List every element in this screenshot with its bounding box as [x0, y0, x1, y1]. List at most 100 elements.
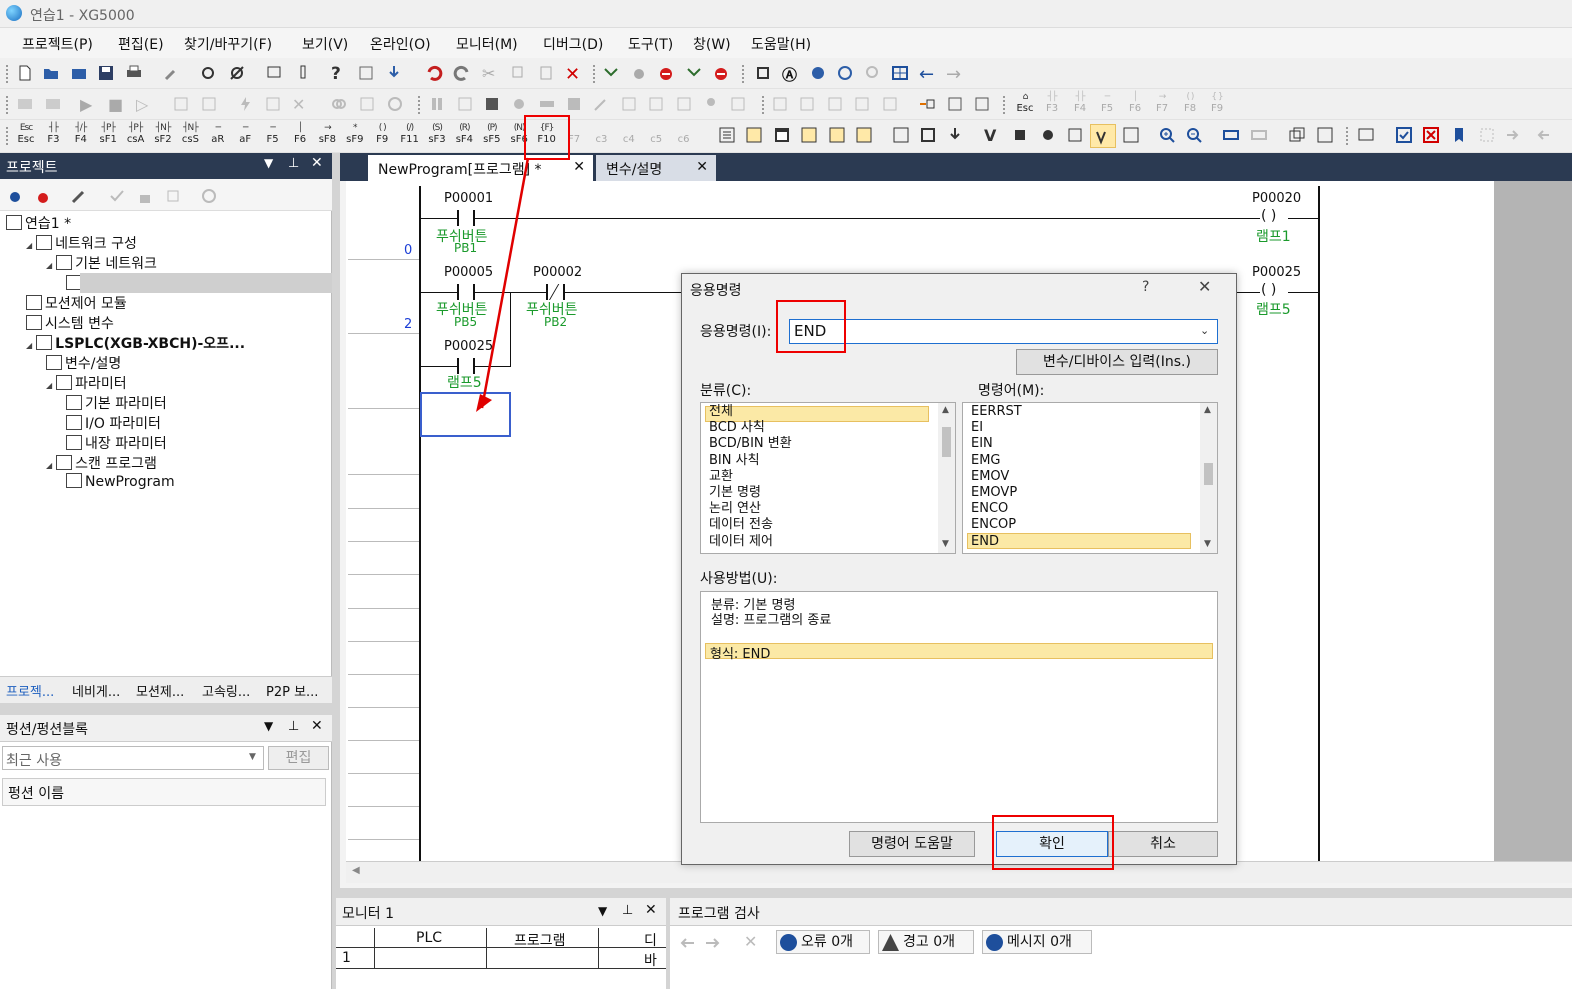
ladder-key-css[interactable]: ┤N├ csS: [178, 123, 202, 147]
no-entry-icon[interactable]: [657, 64, 675, 82]
edit-button[interactable]: 편집: [268, 746, 329, 770]
next-result-icon[interactable]: [704, 934, 722, 952]
step-icon[interactable]: ▷: [136, 95, 154, 114]
ladder-key-sf3[interactable]: (S) sF3: [425, 123, 449, 147]
clear-results-icon[interactable]: ✕: [744, 932, 757, 951]
ladder-key-c5[interactable]: c5: [644, 123, 668, 147]
toolbar-grip[interactable]: [418, 96, 421, 114]
ladder-key-c4[interactable]: c4: [617, 123, 641, 147]
expand-icon[interactable]: ◢: [26, 241, 32, 250]
tool-icon[interactable]: [592, 95, 610, 113]
variable-icon[interactable]: V: [984, 126, 1002, 145]
check-icon[interactable]: [108, 187, 126, 205]
dialog-close-icon[interactable]: ✕: [1198, 277, 1211, 296]
recent-dropdown[interactable]: 최근 사용 ▼: [2, 746, 264, 770]
menu-edit[interactable]: 편집(E): [118, 34, 164, 54]
cancel-button[interactable]: 취소: [1108, 831, 1218, 857]
category-item[interactable]: 전체: [709, 404, 733, 420]
close-panel-icon[interactable]: ✕: [311, 155, 323, 171]
expand-icon[interactable]: ◢: [26, 341, 32, 350]
trend-icon[interactable]: [456, 95, 474, 113]
tree-item[interactable]: ◢ LSPLC(XGB-XBCH)-오프...: [26, 333, 245, 353]
io-icon[interactable]: [538, 95, 556, 113]
stop-icon[interactable]: ■: [108, 95, 126, 114]
bit-icon[interactable]: [836, 64, 854, 82]
menu-window[interactable]: 창(W): [693, 34, 731, 54]
key-f8-2[interactable]: ( ) F8: [1178, 92, 1202, 116]
delete-row-icon[interactable]: [826, 95, 844, 113]
remove-icon[interactable]: [32, 187, 50, 205]
step-out-icon[interactable]: [1533, 126, 1551, 144]
command-item[interactable]: EMG: [971, 453, 1001, 469]
online-write-icon[interactable]: [172, 95, 190, 113]
tree-item[interactable]: ◢ 파라미터: [46, 373, 127, 393]
ladder-key-sf9[interactable]: * sF9: [343, 123, 367, 147]
tree-item[interactable]: 내장 파라미터: [66, 433, 167, 453]
split-icon[interactable]: [892, 126, 910, 144]
reset-icon[interactable]: [386, 95, 404, 113]
window-icon[interactable]: [773, 126, 791, 144]
tab-p2p[interactable]: P2P 보...: [266, 681, 318, 700]
link-icon[interactable]: [330, 95, 348, 113]
tree-item[interactable]: 변수/설명: [46, 353, 121, 373]
force-io-icon[interactable]: [264, 95, 282, 113]
command-item[interactable]: EMOVP: [971, 485, 1017, 501]
key-f3-2[interactable]: ┤├ F3: [1040, 92, 1064, 116]
ladder-key-f11[interactable]: (/) F11: [398, 123, 422, 147]
toolbar-grip[interactable]: [6, 96, 9, 114]
tree-item[interactable]: 기본 파라미터: [66, 393, 167, 413]
panel-menu-icon[interactable]: ▼: [598, 904, 607, 918]
ladder-key-sf8[interactable]: → sF8: [315, 123, 339, 147]
ladder-key-csa[interactable]: ┤P├ csA: [124, 123, 148, 147]
errors-filter[interactable]: 오류 0개: [776, 930, 870, 954]
category-item[interactable]: 데이터 제어: [709, 534, 773, 550]
tree-item[interactable]: 연습1 *: [6, 213, 71, 233]
expand-icon[interactable]: ◢: [46, 381, 52, 390]
category-item[interactable]: 교환: [709, 469, 733, 485]
category-scrollbar[interactable]: ▲ ▼: [938, 403, 955, 553]
redo-icon[interactable]: [453, 64, 471, 82]
command-help-button[interactable]: 명령어 도움말: [849, 831, 975, 857]
breakpoint-icon[interactable]: [1478, 126, 1496, 144]
comment-icon[interactable]: [946, 95, 964, 113]
close-tab-icon[interactable]: ✕: [696, 159, 708, 175]
ladder-key-f3[interactable]: ┤├ F3: [41, 123, 65, 147]
ladder-key-sf2[interactable]: ┤N├ sF2: [151, 123, 175, 147]
monitor-stop-icon[interactable]: [44, 95, 62, 113]
step-in-icon[interactable]: [1505, 126, 1523, 144]
ladder-key-f5[interactable]: ─ F5: [261, 123, 285, 147]
variable-input-button[interactable]: 변수/디바이스 입력(Ins.): [1016, 349, 1218, 375]
menu-tools[interactable]: 도구(T): [628, 34, 673, 54]
command-scrollbar[interactable]: ▲ ▼: [1200, 403, 1217, 553]
sync-icon[interactable]: [6, 187, 24, 205]
download-icon[interactable]: [265, 64, 283, 82]
tab-navigator[interactable]: 네비게...: [72, 681, 120, 700]
copy-item-icon[interactable]: [164, 187, 182, 205]
command-item[interactable]: EIN: [971, 436, 993, 452]
dialog-help-button[interactable]: ?: [1142, 279, 1149, 295]
ladder-key-c3[interactable]: c3: [589, 123, 613, 147]
address-icon[interactable]: Ⓐ: [782, 64, 800, 84]
key-f9-2[interactable]: { } F9: [1205, 92, 1229, 116]
print-icon[interactable]: [125, 64, 143, 82]
glasses-icon[interactable]: [828, 126, 846, 144]
category-item[interactable]: 데이터 전송: [709, 517, 773, 533]
thermo-icon[interactable]: [294, 64, 312, 82]
new-file-icon[interactable]: [16, 64, 34, 82]
command-list[interactable]: ▲ ▼ EERRST EI EIN EMG EMOV EMOVP ENCO ENCOP END: [962, 402, 1218, 554]
scroll-thumb[interactable]: [1204, 463, 1213, 485]
flash-icon[interactable]: [236, 95, 254, 113]
monitor-start-icon[interactable]: [16, 95, 34, 113]
connect-icon[interactable]: [199, 64, 217, 82]
pin-icon[interactable]: ⊥: [622, 903, 633, 918]
key-f4-2[interactable]: ┤├ F4: [1068, 92, 1092, 116]
comments-icon[interactable]: [1357, 126, 1375, 144]
toolbar-grip[interactable]: [6, 65, 9, 83]
warnings-filter[interactable]: 경고 0개: [878, 930, 974, 954]
bookmark-set-icon[interactable]: [602, 64, 620, 82]
export-icon[interactable]: [946, 126, 964, 144]
tree-item[interactable]: I/O 파라미터: [66, 413, 161, 433]
menu-project[interactable]: 프로젝트(P): [22, 34, 93, 54]
menu-online[interactable]: 온라인(O): [370, 34, 431, 54]
grid-icon[interactable]: [891, 64, 909, 82]
